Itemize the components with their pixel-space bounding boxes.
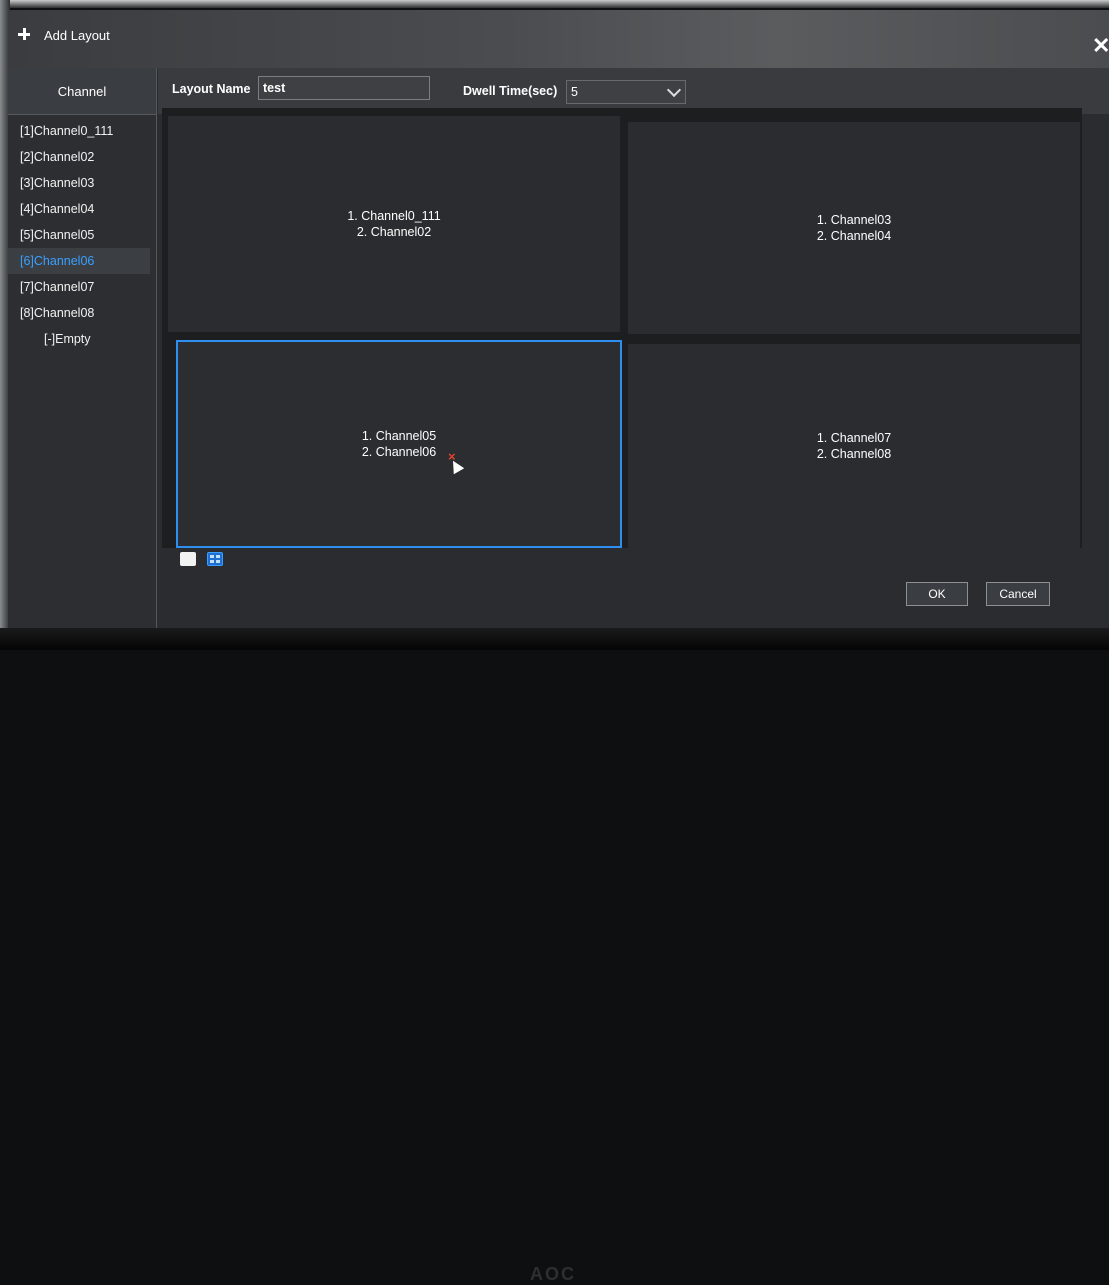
channel-item-empty[interactable]: [-]Empty	[8, 326, 156, 352]
channel-item-1[interactable]: [1]Channel0_111	[8, 118, 156, 144]
channel-item-4[interactable]: [4]Channel04	[8, 196, 156, 222]
cell-channel-2: 2. Channel02	[356, 225, 432, 239]
channel-list: [1]Channel0_111 [2]Channel02 [3]Channel0…	[8, 118, 156, 352]
layout-cell-3[interactable]: 1. Channel05 2. Channel06 ×	[176, 340, 622, 548]
layout-cell-2[interactable]: 1. Channel03 2. Channel04	[628, 122, 1080, 334]
cell-channel-2: 2. Channel08	[816, 447, 892, 461]
chevron-down-icon	[666, 82, 682, 98]
cell-channel-2: 2. Channel06	[361, 445, 437, 459]
close-icon[interactable]: ✕	[1092, 35, 1109, 57]
dwell-time-value: 5	[571, 85, 578, 99]
layout-name-input[interactable]	[258, 76, 430, 100]
single-view-icon[interactable]	[180, 552, 196, 566]
cell-channel-1: 1. Channel05	[361, 429, 437, 443]
channel-item-2[interactable]: [2]Channel02	[8, 144, 156, 170]
cell-channel-2: 2. Channel04	[816, 229, 892, 243]
channel-list-header: Channel	[8, 68, 156, 115]
monitor-bezel-top	[0, 0, 1109, 8]
dialog-title: Add Layout	[44, 28, 110, 43]
channel-item-8[interactable]: [8]Channel08	[8, 300, 156, 326]
dwell-time-label: Dwell Time(sec)	[463, 84, 558, 98]
quad-view-icon[interactable]	[207, 552, 223, 566]
plus-icon	[16, 26, 32, 42]
dwell-time-select[interactable]: 5	[566, 80, 686, 104]
channel-sidebar: Channel [1]Channel0_111 [2]Channel02 [3]…	[8, 68, 157, 630]
channel-item-6[interactable]: [6]Channel06	[8, 248, 150, 274]
layout-cell-4[interactable]: 1. Channel07 2. Channel08	[628, 344, 1080, 548]
monitor-brand-logo: AOC	[530, 1264, 576, 1284]
monitor-bezel-bottom: AOC	[0, 628, 1109, 1284]
channel-item-3[interactable]: [3]Channel03	[8, 170, 156, 196]
cell-channel-1: 1. Channel0_111	[347, 209, 441, 223]
channel-item-7[interactable]: [7]Channel07	[8, 274, 156, 300]
layout-name-label: Layout Name	[172, 82, 251, 96]
cell-channel-1: 1. Channel07	[816, 431, 892, 445]
layout-grid: 1. Channel0_111 2. Channel02 1. Channel0…	[162, 108, 1082, 548]
cancel-button[interactable]: Cancel	[986, 582, 1050, 606]
channel-item-5[interactable]: [5]Channel05	[8, 222, 156, 248]
dialog-titlebar: Add Layout ✕	[8, 10, 1109, 68]
layout-cell-1[interactable]: 1. Channel0_111 2. Channel02	[168, 116, 620, 332]
cell-channel-1: 1. Channel03	[816, 213, 892, 227]
ok-button[interactable]: OK	[906, 582, 968, 606]
